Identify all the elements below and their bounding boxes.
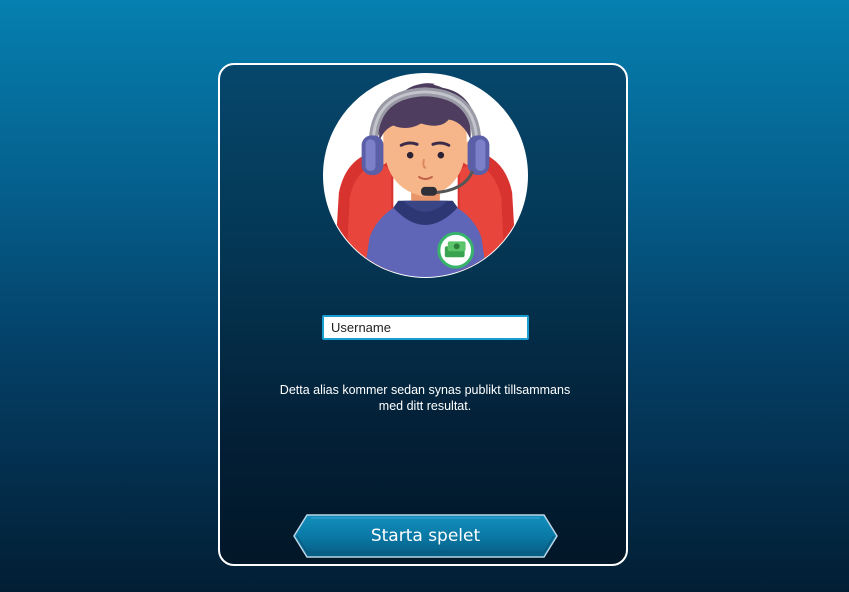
start-game-button[interactable]: Starta spelet <box>293 514 558 558</box>
username-input[interactable] <box>322 315 529 340</box>
money-badge-icon <box>437 231 475 269</box>
start-game-label: Starta spelet <box>370 526 481 546</box>
gamer-avatar-icon <box>333 83 518 277</box>
login-panel: Detta alias kommer sedan synas publikt t… <box>218 63 628 566</box>
alias-info-line-1: Detta alias kommer sedan synas publikt t… <box>279 383 571 397</box>
alias-info-text: Detta alias kommer sedan synas publikt t… <box>260 382 590 414</box>
avatar <box>323 73 528 278</box>
alias-info-line-2: med ditt resultat. <box>378 399 472 413</box>
